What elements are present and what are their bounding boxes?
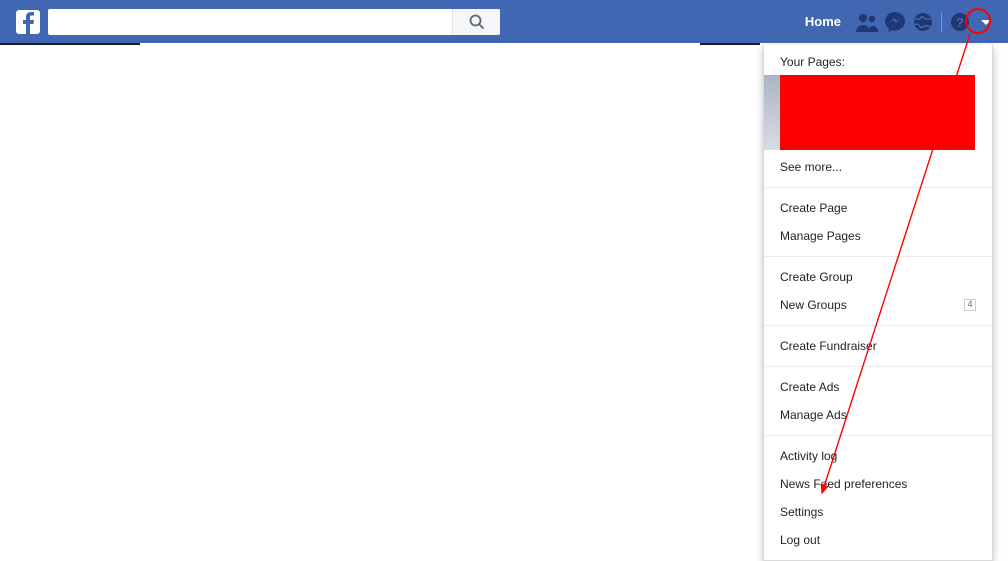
new-groups-label: New Groups: [780, 296, 847, 314]
friend-requests-button[interactable]: [853, 0, 881, 43]
search-input[interactable]: [48, 9, 452, 35]
news-feed-preferences-label: News Feed preferences: [780, 475, 907, 493]
page-thumbnail-redacted[interactable]: [780, 75, 975, 150]
profile-link-area[interactable]: [703, 0, 793, 43]
home-link[interactable]: Home: [793, 0, 853, 43]
activity-log-item[interactable]: Activity log: [764, 442, 992, 470]
create-group-item[interactable]: Create Group: [764, 263, 992, 291]
create-fundraiser-label: Create Fundraiser: [780, 337, 877, 355]
help-icon: ?: [950, 12, 970, 32]
right-navigation: Home: [703, 0, 998, 43]
activity-log-label: Activity log: [780, 447, 837, 465]
account-dropdown-menu: Your Pages: See more... Create Page Mana…: [763, 45, 993, 561]
top-navigation-bar: Home: [0, 0, 1008, 43]
content-shadow-gap: [140, 43, 700, 45]
log-out-label: Log out: [780, 531, 820, 549]
log-out-item[interactable]: Log out: [764, 526, 992, 554]
search-icon: [469, 14, 485, 30]
settings-item[interactable]: Settings: [764, 498, 992, 526]
create-ads-label: Create Ads: [780, 378, 839, 396]
search-container: [48, 9, 500, 35]
search-button[interactable]: [452, 9, 500, 35]
create-ads-item[interactable]: Create Ads: [764, 373, 992, 401]
messenger-icon: [884, 11, 906, 33]
create-page-item[interactable]: Create Page: [764, 194, 992, 222]
manage-ads-item[interactable]: Manage Ads: [764, 401, 992, 429]
nav-divider: [941, 12, 942, 32]
new-groups-badge: 4: [964, 299, 976, 311]
globe-icon: [912, 11, 934, 33]
chevron-down-icon: [980, 16, 992, 28]
manage-pages-label: Manage Pages: [780, 227, 861, 245]
manage-ads-label: Manage Ads: [780, 406, 847, 424]
create-page-label: Create Page: [780, 199, 847, 217]
messages-button[interactable]: [881, 0, 909, 43]
see-more-label: See more...: [780, 158, 842, 176]
help-button[interactable]: ?: [946, 0, 974, 43]
see-more-link[interactable]: See more...: [764, 150, 992, 181]
facebook-f-icon: [20, 12, 36, 34]
your-pages-header: Your Pages:: [764, 51, 992, 75]
notifications-button[interactable]: [909, 0, 937, 43]
manage-pages-item[interactable]: Manage Pages: [764, 222, 992, 250]
new-groups-item[interactable]: New Groups 4: [764, 291, 992, 319]
create-fundraiser-item[interactable]: Create Fundraiser: [764, 332, 992, 360]
account-dropdown-button[interactable]: [974, 0, 998, 43]
create-group-label: Create Group: [780, 268, 853, 286]
friends-icon: [856, 12, 878, 32]
news-feed-preferences-item[interactable]: News Feed preferences: [764, 470, 992, 498]
svg-text:?: ?: [956, 15, 964, 30]
facebook-logo[interactable]: [16, 10, 40, 34]
page-thumb-side: [764, 75, 780, 150]
settings-label: Settings: [780, 503, 823, 521]
